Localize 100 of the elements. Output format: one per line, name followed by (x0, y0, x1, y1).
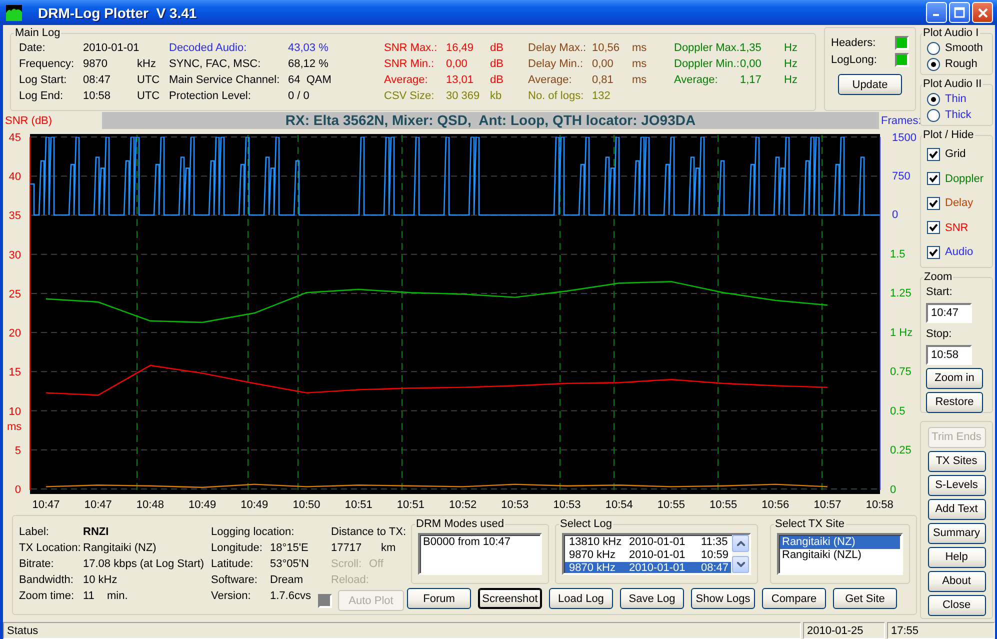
radio-button[interactable] (927, 42, 940, 54)
unit-label: Hz (784, 42, 798, 54)
radio-button[interactable] (927, 92, 940, 106)
list-cell-text: 2010-01-01 (628, 562, 686, 573)
field-value: 64 QAM (288, 74, 332, 86)
toolbar-button[interactable]: Get Site (833, 588, 897, 609)
field-value: 1,17 (740, 74, 762, 86)
chevron-down-icon (736, 562, 744, 567)
option-label: Doppler (945, 172, 984, 185)
list-item[interactable]: 9870 kHz 2010-01-01 10:59 (565, 549, 731, 562)
toolbar-button[interactable]: Screenshot (478, 588, 542, 609)
axis-tick-label: 45 (8, 132, 21, 144)
field-label: SYNC, FAC, MSC: (169, 58, 262, 70)
field-label: Scroll: (331, 558, 363, 570)
group-title: Plot / Hide (922, 129, 975, 142)
unit-label: kHz (137, 58, 157, 70)
list-item[interactable]: Rangitaiki (NZL) (780, 549, 900, 562)
radio-button[interactable] (927, 58, 940, 70)
side-button[interactable]: About (928, 570, 986, 592)
checkbox[interactable] (927, 172, 940, 186)
axis-tick-label: 20 (8, 328, 21, 340)
radio-button[interactable] (927, 108, 940, 122)
axis-tick-label: 1 Hz (890, 326, 913, 339)
field-value: 11 (83, 590, 96, 602)
toolbar-button[interactable]: Compare (762, 588, 826, 609)
field-label: Longitude: (211, 542, 264, 554)
checkbox[interactable] (927, 196, 940, 210)
status-pane: 17:55 (887, 622, 995, 639)
list-cell-text: 2010-01-01 (628, 549, 686, 562)
window-title: DRM-Log Plotter V 3.41 (38, 4, 198, 20)
field-label: TX Location: (19, 542, 82, 554)
field-value: 10:58 (83, 90, 112, 102)
axis-tick-label: 10:55 (657, 499, 685, 511)
field-value: 13,01 (446, 74, 475, 86)
field-label: Label: (19, 526, 50, 538)
stop-time-field[interactable]: 10:58 (926, 344, 972, 364)
side-button[interactable]: Help (928, 546, 986, 568)
list-item[interactable]: 13810 kHz 2010-01-01 11:35 (565, 536, 731, 549)
axis-tick-label: 10:58 (866, 499, 894, 511)
maximize-button[interactable] (949, 2, 970, 23)
list-cell-text: 2010-01-01 (628, 536, 686, 549)
field-value: 30 369 (446, 90, 481, 102)
axis-tick-label: 1.5 (890, 248, 906, 260)
field-label: Delay Min.: (528, 58, 584, 70)
toolbar-button[interactable]: Save Log (620, 588, 684, 609)
field-value: 16,49 (446, 42, 475, 54)
axis-tick-label: 10:53 (501, 499, 529, 511)
side-button[interactable]: TX Sites (928, 450, 986, 472)
list-item[interactable]: Rangitaiki (NZ) (780, 536, 900, 549)
field-label: Bandwidth: (19, 574, 74, 586)
scroll-up-button[interactable] (732, 535, 749, 552)
update-button[interactable]: Update (838, 74, 902, 95)
toolbar-button[interactable]: Show Logs (691, 588, 755, 609)
zoom-button[interactable]: Zoom in (926, 368, 983, 388)
field-value: 2010-01-01 (83, 42, 137, 54)
side-button[interactable]: Add Text (928, 498, 986, 520)
close-button[interactable] (972, 2, 993, 23)
option-label: Rough (945, 58, 978, 70)
app-icon (6, 4, 22, 20)
field-label: Main Service Channel: (169, 74, 281, 86)
site-list[interactable]: Rangitaiki (NZ) Rangitaiki (NZL) (777, 533, 903, 575)
field-label: Zoom time: (19, 590, 76, 602)
status-pane: Status (3, 622, 801, 639)
list-cell-text: 08:47 (700, 562, 729, 573)
list-cell-text: 13810 kHz (568, 536, 623, 549)
group-title: Plot Audio II (922, 78, 983, 91)
axis-tick-label: 5 (14, 444, 21, 457)
unit-label: kb (490, 90, 503, 102)
toolbar-button[interactable]: Forum (407, 588, 471, 609)
field-label: Delay Max.: (528, 42, 588, 54)
side-button[interactable]: Summary (928, 522, 986, 544)
axis-tick-label: 1500 (892, 132, 916, 144)
minimize-button[interactable] (926, 2, 947, 23)
field-label: Average: (384, 74, 429, 86)
checkbox[interactable] (927, 221, 940, 234)
option-label: Smooth (945, 42, 983, 54)
unit-label: ms (632, 42, 648, 54)
zoom-button[interactable]: Restore (926, 392, 983, 412)
checkbox[interactable] (927, 148, 940, 161)
checkbox[interactable] (927, 246, 940, 259)
scroll-down-button[interactable] (732, 556, 749, 573)
unit-label: dB (490, 58, 504, 70)
toolbar-button[interactable]: Load Log (549, 588, 613, 609)
field-value: 0,81 (592, 74, 614, 86)
start-time-field[interactable]: 10:47 (926, 302, 972, 322)
axis-tick-label: 750 (892, 170, 910, 182)
option-label: Thick (945, 109, 972, 121)
axis-tick-label: 10:47 (84, 499, 112, 511)
unit-label: dB (490, 74, 504, 86)
field-value: 68,12 % (288, 58, 330, 70)
field-value: 0 / 0 (288, 90, 310, 102)
axis-tick-label: 10:49 (240, 499, 268, 511)
field-value: 9870 (83, 58, 108, 70)
group-title: Plot Audio I (922, 27, 980, 40)
side-button[interactable]: S-Levels (928, 474, 986, 496)
list-item[interactable]: 9870 kHz 2010-01-01 08:47 (565, 562, 731, 573)
axis-tick-label: 10:51 (396, 499, 424, 511)
field-value: 18°15'E (270, 542, 310, 554)
side-button[interactable]: Close (928, 594, 986, 616)
log-list[interactable]: 13810 kHz 2010-01-01 11:35 9870 kHz 2010-01-01 10:59 9870 kHz 2010-01-01 08:47 (562, 533, 751, 575)
